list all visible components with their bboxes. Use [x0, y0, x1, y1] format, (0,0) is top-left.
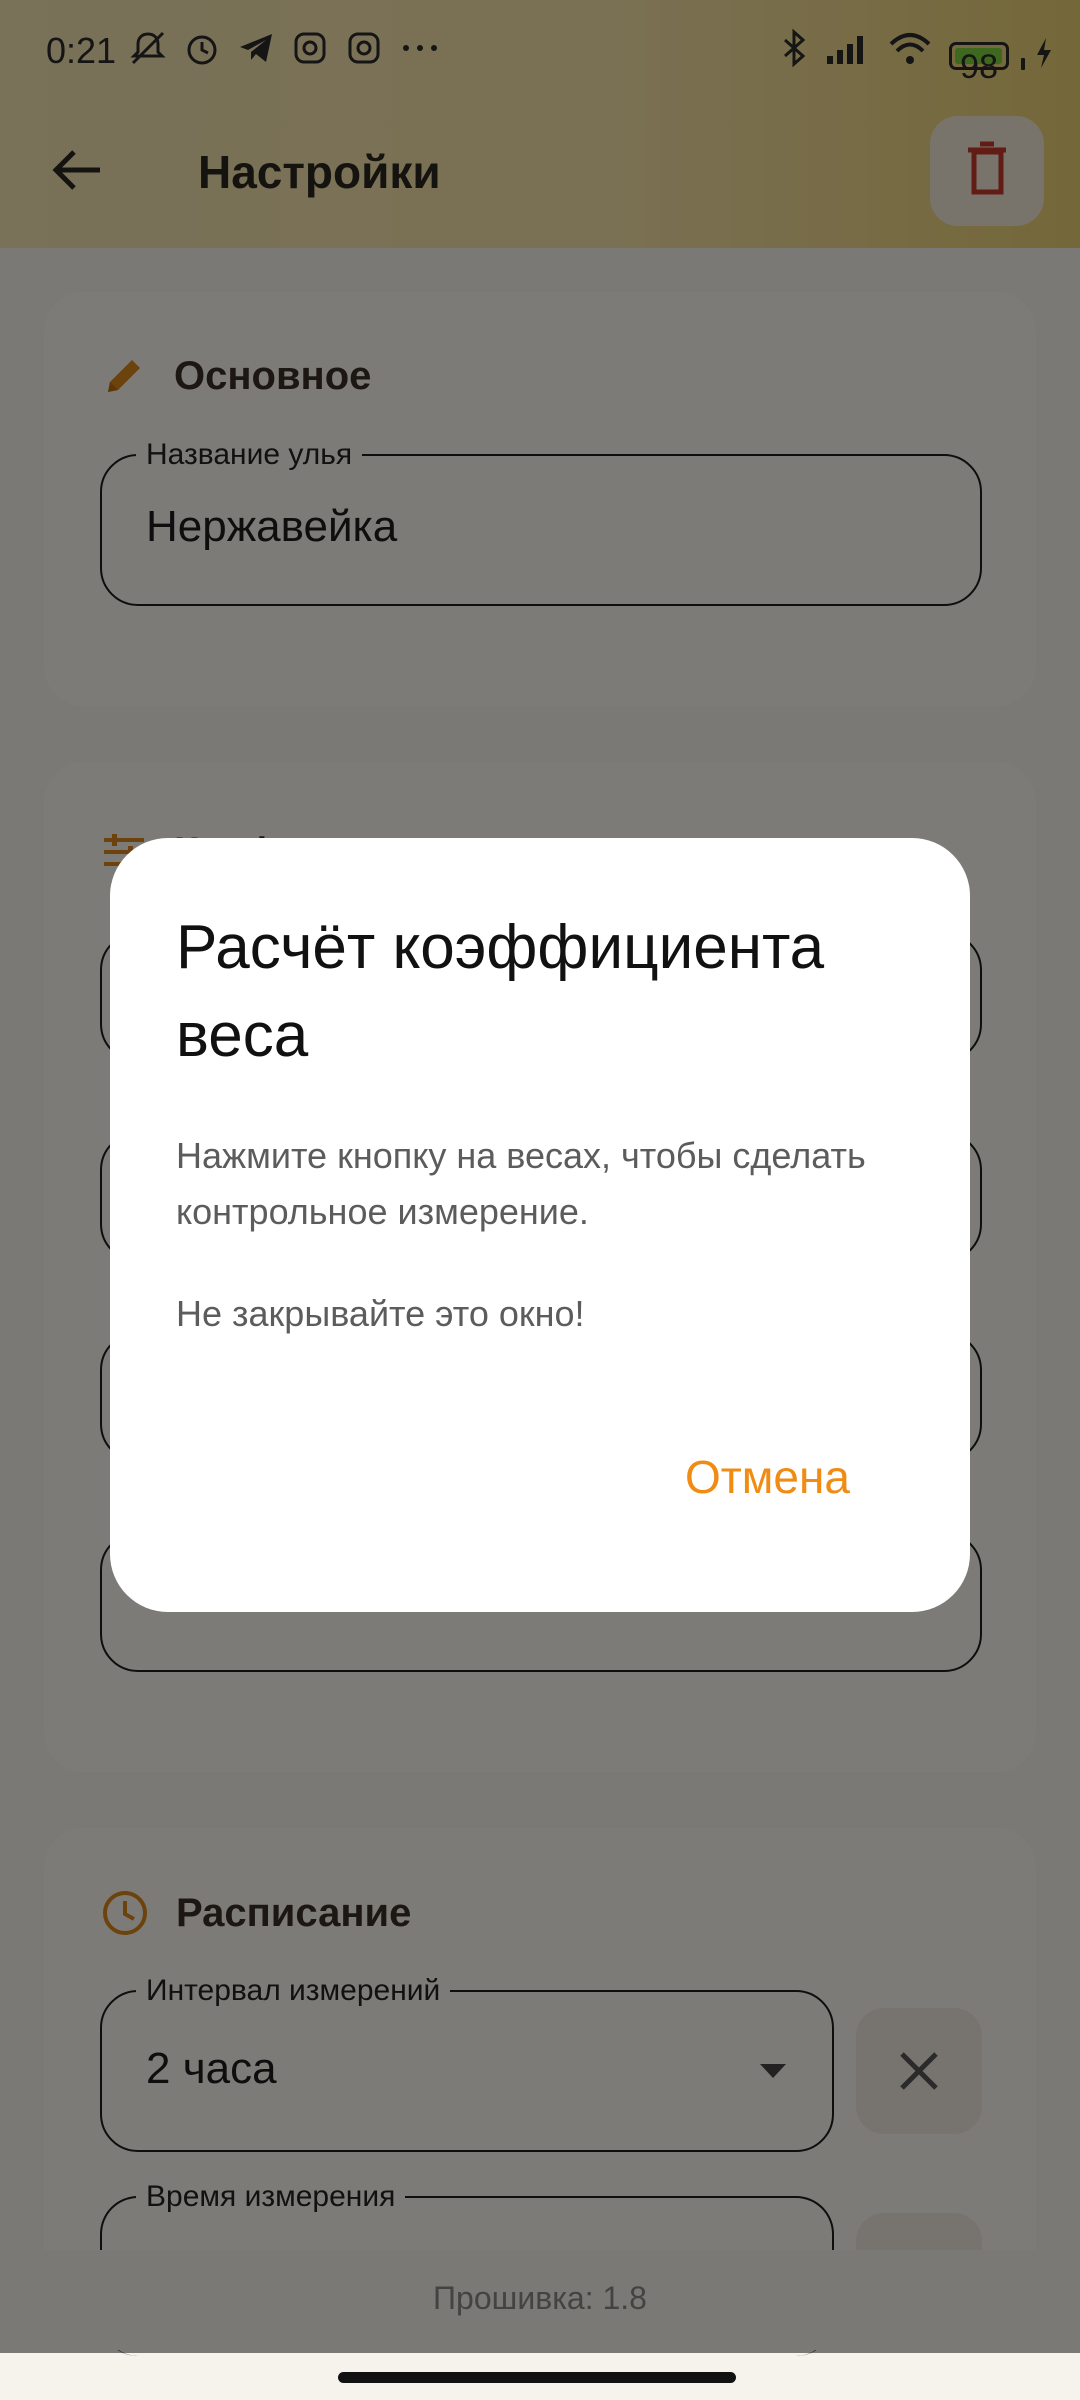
dialog-warning: Не закрывайте это окно!: [176, 1293, 585, 1334]
cancel-button[interactable]: Отмена: [685, 1450, 850, 1504]
home-indicator[interactable]: [338, 2372, 736, 2383]
dialog-message: Нажмите кнопку на весах, чтобы сделать к…: [176, 1135, 866, 1232]
dialog-title: Расчёт коэффициента веса: [176, 913, 825, 1070]
weight-coefficient-dialog: Расчёт коэффициента веса Нажмите кнопку …: [110, 838, 970, 1612]
